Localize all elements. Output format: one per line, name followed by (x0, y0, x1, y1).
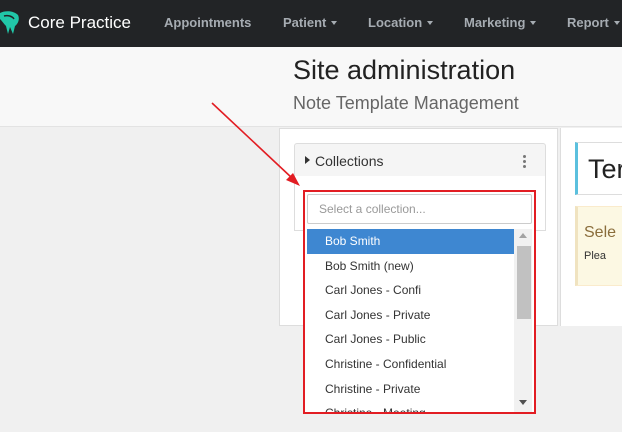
nav-appointments-label: Appointments (164, 15, 252, 30)
tooth-logo-icon[interactable] (0, 11, 20, 35)
collection-options-list[interactable]: Bob Smith Bob Smith (new) Carl Jones - C… (307, 229, 514, 412)
nav-patient[interactable]: Patient (283, 15, 338, 30)
nav-location[interactable]: Location (368, 15, 434, 30)
kebab-menu-icon[interactable] (523, 155, 527, 169)
template-title: Ter (588, 154, 622, 184)
nav-marketing[interactable]: Marketing (464, 15, 537, 30)
collection-dropdown: Bob Smith Bob Smith (new) Carl Jones - C… (303, 190, 536, 414)
page-header: Site administration Note Template Manage… (0, 47, 622, 127)
nav-appointments[interactable]: Appointments (164, 15, 251, 30)
select-warning-alert: Sele Plea (575, 206, 622, 286)
collection-option[interactable]: Christine - Private (307, 377, 514, 402)
warning-text: Plea (584, 250, 607, 262)
caret-down-icon (613, 20, 620, 25)
collections-header[interactable]: Collections (294, 143, 546, 177)
nav-marketing-label: Marketing (464, 15, 526, 30)
list-scrollbar[interactable] (514, 229, 532, 412)
template-title-box: Ter (575, 142, 622, 195)
warning-title: Sele (584, 224, 617, 241)
top-navbar: Core Practice Appointments Patient Locat… (0, 0, 622, 47)
nav-location-label: Location (368, 15, 423, 30)
page-title: Site administration (293, 55, 516, 85)
nav-patient-label: Patient (283, 15, 327, 30)
scroll-down-arrow-icon[interactable] (519, 400, 527, 405)
caret-down-icon (331, 20, 338, 25)
scrollbar-thumb[interactable] (517, 246, 531, 319)
template-panel: Ter Sele Plea (560, 128, 622, 326)
caret-down-icon (427, 20, 434, 25)
caret-right-icon (305, 156, 310, 164)
scroll-up-arrow-icon[interactable] (519, 233, 527, 238)
collection-option[interactable]: Carl Jones - Confi (307, 278, 514, 303)
collection-option[interactable]: Christine - Meeting (307, 401, 514, 412)
collection-option[interactable]: Carl Jones - Public (307, 327, 514, 352)
brand-name[interactable]: Core Practice (28, 13, 131, 33)
collections-label: Collections (315, 153, 384, 169)
nav-report[interactable]: Report (567, 15, 620, 30)
collection-option[interactable]: Bob Smith (new) (307, 254, 514, 279)
caret-down-icon (530, 20, 537, 25)
collection-option[interactable]: Bob Smith (307, 229, 514, 254)
page-subtitle: Note Template Management (293, 93, 519, 113)
collection-option[interactable]: Christine - Confidential (307, 352, 514, 377)
collection-option[interactable]: Carl Jones - Private (307, 303, 514, 328)
collection-search-input[interactable] (307, 194, 532, 224)
nav-report-label: Report (567, 15, 609, 30)
